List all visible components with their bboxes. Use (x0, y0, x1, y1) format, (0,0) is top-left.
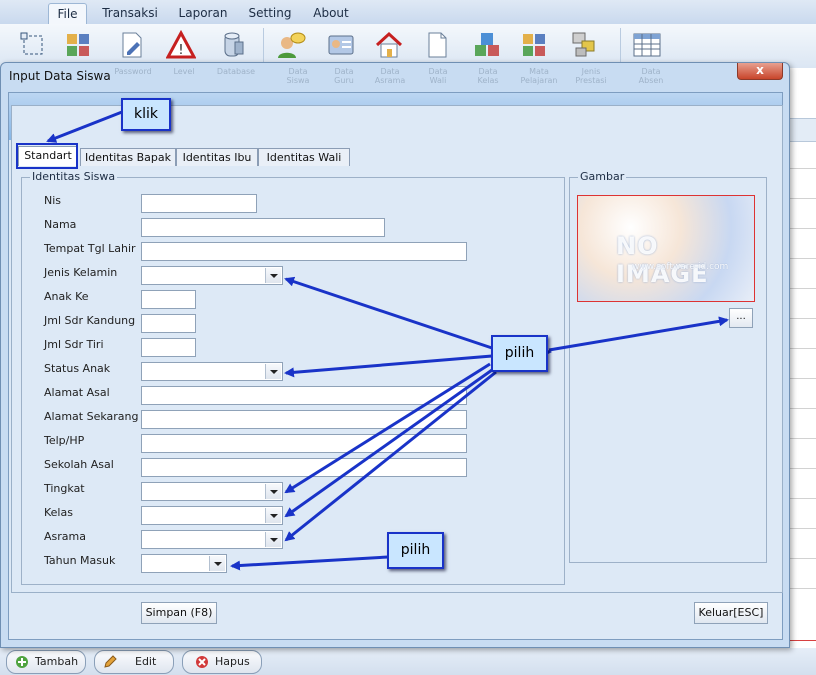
no-image-text: NO IMAGE (616, 232, 709, 288)
delete-icon (196, 656, 208, 668)
chevron-down-icon[interactable] (265, 364, 281, 379)
cubes-icon[interactable] (472, 30, 502, 60)
klik-callout: klik (121, 98, 171, 131)
label-tingkat: Tingkat (44, 482, 85, 495)
tab-laporan[interactable]: Laporan (172, 3, 234, 23)
telp-hp-input[interactable] (141, 434, 467, 453)
label-tempat-tgl-lahir: Tempat Tgl Lahir (44, 242, 136, 255)
label-alamat-asal: Alamat Asal (44, 386, 110, 399)
alamat-asal-input[interactable] (141, 386, 467, 405)
student-photo-placeholder: NO IMAGE www.software-id.com (577, 195, 755, 302)
hapus-label: Hapus (215, 655, 250, 668)
ghost-label: Database (216, 67, 256, 76)
status-anak-select[interactable] (141, 362, 283, 381)
label-jenis-kelamin: Jenis Kelamin (44, 266, 118, 279)
tab-file[interactable]: File (48, 3, 87, 24)
label-asrama: Asrama (44, 530, 86, 543)
blocks-icon[interactable] (570, 30, 600, 60)
tab-setting[interactable]: Setting (244, 3, 296, 23)
subjects-grid-icon[interactable] (520, 30, 550, 60)
identitas-siswa-group: Identitas Siswa (21, 170, 565, 585)
tab-identitas-ibu[interactable]: Identitas Ibu (176, 148, 258, 166)
tempat-tgl-lahir-input[interactable] (141, 242, 467, 261)
label-jml-sdr-kandung: Jml Sdr Kandung (44, 314, 136, 327)
ghost-label: Mata Pelajaran (520, 67, 558, 85)
database-icon[interactable] (218, 30, 248, 60)
ghost-label: Password (114, 67, 152, 76)
keluar-button[interactable]: Keluar[ESC] (694, 602, 768, 624)
tahun-masuk-select[interactable] (141, 554, 227, 573)
group-title-gambar: Gambar (578, 170, 627, 183)
chevron-down-icon[interactable] (265, 268, 281, 283)
ghost-label: Data Asrama (374, 67, 406, 85)
jml-sdr-tiri-input[interactable] (141, 338, 196, 357)
label-alamat-sekarang: Alamat Sekarang (44, 410, 139, 423)
jml-sdr-kandung-input[interactable] (141, 314, 196, 333)
label-jml-sdr-tiri: Jml Sdr Tiri (44, 338, 104, 351)
blank-document-icon[interactable] (422, 30, 452, 60)
background-grid (788, 68, 816, 648)
alamat-sekarang-input[interactable] (141, 410, 467, 429)
label-tahun-masuk: Tahun Masuk (44, 554, 116, 567)
tab-identitas-wali[interactable]: Identitas Wali (258, 148, 350, 166)
svg-text:!: ! (178, 43, 183, 58)
edit-button[interactable]: Edit (94, 650, 174, 674)
document-edit-icon[interactable] (117, 30, 147, 60)
pilih-callout-tahun: pilih (387, 532, 444, 569)
tab-transaksi[interactable]: Transaksi (98, 3, 162, 23)
tambah-label: Tambah (35, 655, 79, 668)
jenis-kelamin-select[interactable] (141, 266, 283, 285)
label-nis: Nis (44, 194, 62, 207)
tab-about[interactable]: About (306, 3, 356, 23)
warning-icon[interactable]: ! (166, 30, 196, 60)
id-card-icon[interactable] (326, 30, 356, 60)
close-button[interactable]: x (737, 63, 783, 80)
chevron-down-icon[interactable] (265, 532, 281, 547)
ribbon-tab-bar: File Transaksi Laporan Setting About (0, 0, 816, 25)
kelas-select[interactable] (141, 506, 283, 525)
ghost-label: Level (173, 67, 195, 76)
nama-input[interactable] (141, 218, 385, 237)
label-nama: Nama (44, 218, 77, 231)
ghost-label: Data Siswa (286, 67, 310, 85)
pencil-icon (104, 655, 117, 668)
ghost-label: Jenis Prestasi (575, 67, 607, 85)
nis-input[interactable] (141, 194, 257, 213)
select-area-icon[interactable] (18, 30, 48, 60)
anak-ke-input[interactable] (141, 290, 196, 309)
users-grid-icon[interactable] (64, 30, 94, 60)
edit-label: Edit (135, 655, 157, 668)
ghost-label: Data Guru (334, 67, 354, 85)
ghost-label: Data Absen (638, 67, 664, 85)
simpan-button[interactable]: Simpan (F8) (141, 602, 217, 624)
table-icon[interactable] (632, 30, 662, 60)
add-icon (16, 656, 28, 668)
standart-tab-highlight (16, 143, 78, 169)
tingkat-select[interactable] (141, 482, 283, 501)
asrama-select[interactable] (141, 530, 283, 549)
sekolah-asal-input[interactable] (141, 458, 467, 477)
label-anak-ke: Anak Ke (44, 290, 89, 303)
browse-image-button[interactable]: ... (729, 308, 753, 328)
chevron-down-icon[interactable] (265, 484, 281, 499)
ghost-label: Data Wali (428, 67, 448, 85)
tambah-button[interactable]: Tambah (6, 650, 86, 674)
label-kelas: Kelas (44, 506, 73, 519)
hapus-button[interactable]: Hapus (182, 650, 262, 674)
dialog-title: Input Data Siswa (9, 69, 111, 83)
group-title-identitas: Identitas Siswa (30, 170, 118, 183)
user-chat-icon[interactable] (276, 30, 306, 60)
pilih-callout: pilih (491, 335, 548, 372)
no-image-url: www.software-id.com (632, 262, 729, 272)
home-icon[interactable] (374, 30, 404, 60)
label-status-anak: Status Anak (44, 362, 111, 375)
tab-identitas-bapak[interactable]: Identitas Bapak (80, 148, 176, 166)
label-telp-hp: Telp/HP (44, 434, 85, 447)
label-sekolah-asal: Sekolah Asal (44, 458, 114, 471)
chevron-down-icon[interactable] (209, 556, 225, 571)
ghost-label: Data Kelas (477, 67, 499, 85)
chevron-down-icon[interactable] (265, 508, 281, 523)
